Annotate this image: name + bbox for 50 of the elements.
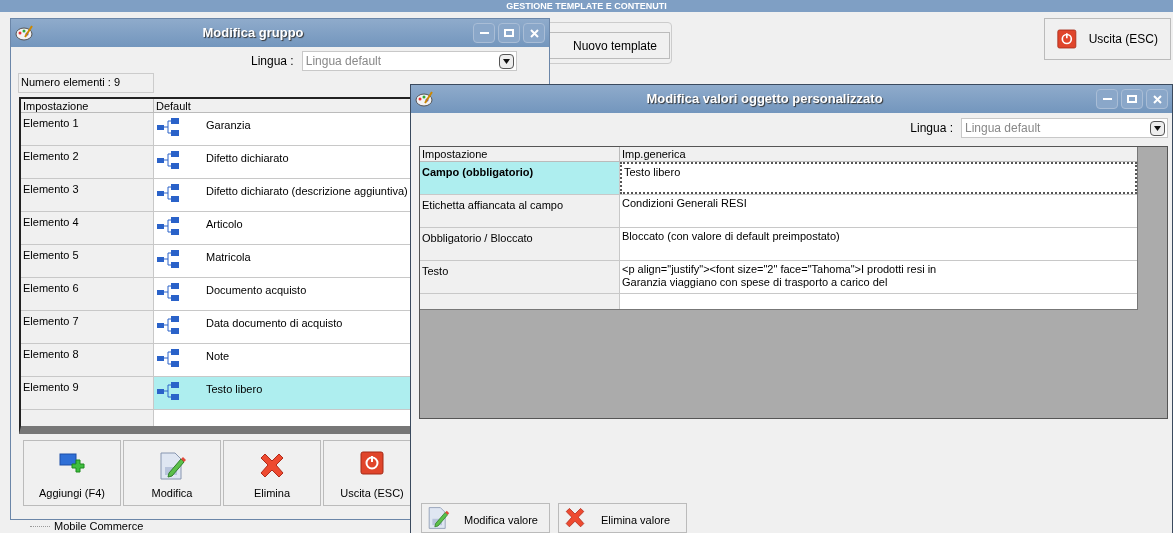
window-title: GESTIONE TEMPLATE E CONTENUTI — [506, 1, 667, 11]
column-header: Impostazione — [420, 147, 620, 161]
grid-row[interactable]: Obbligatorio / Bloccato Bloccato (con valore di default preimpostato) — [420, 228, 1137, 261]
table-cell: Testo — [420, 261, 620, 293]
table-cell-text: Garanzia — [206, 118, 251, 133]
table-cell: Elemento 6 — [21, 278, 154, 310]
action-button[interactable]: Modifica — [123, 440, 221, 506]
toolbar-button[interactable]: Nuovo template — [548, 32, 670, 59]
table-cell-text: Matricola — [206, 250, 251, 265]
table-cell-text: Note — [206, 349, 230, 364]
table-cell-text: Testo libero — [206, 382, 263, 397]
table-cell: Testo libero — [620, 162, 1137, 194]
table-cell: Obbligatorio / Bloccato — [420, 228, 620, 260]
action-button[interactable]: Elimina valore — [558, 503, 687, 533]
column-header: Imp.generica — [621, 147, 687, 161]
table-cell: Elemento 4 — [21, 212, 154, 244]
table-cell: Elemento 2 — [21, 146, 154, 178]
action-button[interactable]: Aggiungi (F4) — [23, 440, 121, 506]
window-title: Modifica valori oggetto personalizzato — [646, 90, 883, 109]
table-cell: Elemento 5 — [21, 245, 154, 277]
count-label: Numero elementi : 9 — [18, 73, 154, 93]
field-label: Lingua : — [251, 53, 294, 70]
table-cell: Elemento 8 — [21, 344, 154, 376]
column-header: Default — [155, 99, 192, 112]
table-cell-text: Bloccato (con valore di default preimpostato) — [621, 229, 841, 244]
table-cell: Campo (obbligatorio) — [420, 162, 620, 194]
grid-row[interactable]: Etichetta affiancata al campo Condizioni Generali RESI — [420, 195, 1137, 228]
table-cell-text: Documento acquisto — [206, 283, 307, 298]
table-cell-text: <p align="justify"><font size="2" face="Tahoma">I prodotti resi in Garanzia viaggiano con spese di trasporto a carico del — [621, 262, 938, 290]
table-cell: Elemento 3 — [21, 179, 154, 211]
tree-item[interactable]: Mobile Commerce — [54, 521, 144, 532]
field-label: Lingua : — [910, 120, 953, 137]
language-dropdown[interactable]: Lingua default — [301, 51, 517, 71]
table-cell-text: Difetto dichiarato — [206, 151, 289, 166]
grid-row[interactable]: Testo <p align="justify"><font size="2" face="Tahoma">I prodotti resi in Garanzia viaggiano con spese di trasporto a carico del — [420, 261, 1137, 294]
window-title: Modifica gruppo — [202, 24, 304, 43]
table-cell: Etichetta affiancata al campo — [420, 195, 620, 227]
toolbar-button[interactable]: Uscita (ESC) — [1044, 18, 1171, 60]
language-dropdown[interactable]: Lingua default — [961, 118, 1168, 138]
table-cell: Elemento 9 — [21, 377, 154, 409]
action-button[interactable]: Modifica valore — [421, 503, 550, 533]
table-cell-text: Data documento di acquisto — [206, 316, 343, 331]
table-cell-text: Difetto dichiarato (descrizione aggiuntiva) — [206, 184, 408, 199]
grid-row[interactable]: Campo (obbligatorio) Testo libero — [420, 162, 1137, 195]
column-header: Impostazione — [21, 99, 154, 112]
table-cell-text: Articolo — [206, 217, 243, 232]
action-button[interactable]: Elimina — [223, 440, 321, 506]
table-cell-text: Condizioni Generali RESI — [621, 196, 748, 211]
table-cell: Elemento 7 — [21, 311, 154, 343]
table-cell: Elemento 1 — [21, 113, 154, 145]
